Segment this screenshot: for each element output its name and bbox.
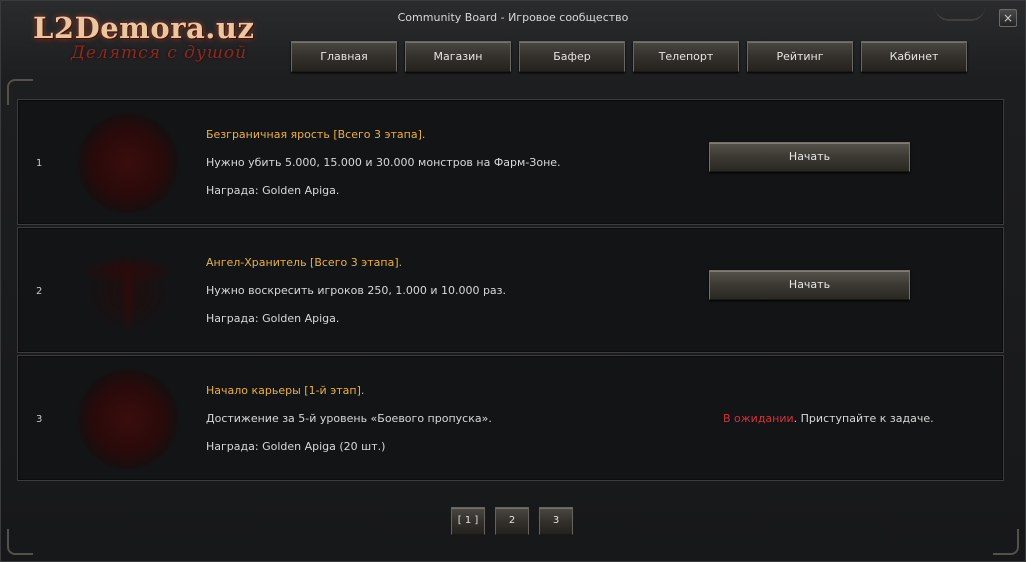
page-3-button[interactable]: 3 xyxy=(539,507,573,535)
achievement-reward: Награда: Golden Apiga. xyxy=(206,184,340,197)
achievement-row: 1 Безграничная ярость [Всего 3 этапа]. Н… xyxy=(17,99,1004,225)
corner-ornament xyxy=(993,529,1019,555)
heart-emblem-icon xyxy=(76,368,180,470)
achievement-reward: Награда: Golden Apiga (20 шт.) xyxy=(206,440,386,453)
achievement-row: 3 Начало карьеры [1-й этап]. Достижение … xyxy=(17,355,1004,481)
nav-home-button[interactable]: Главная xyxy=(291,41,397,72)
page-2-button[interactable]: 2 xyxy=(495,507,529,535)
achievement-reward: Награда: Golden Apiga. xyxy=(206,312,340,325)
row-number: 3 xyxy=(36,414,43,425)
nav-shop-button[interactable]: Магазин xyxy=(405,41,511,72)
dark-rose-icon xyxy=(76,112,180,214)
achievement-row: 2 Ангел-Хранитель [Всего 3 этапа]. Нужно… xyxy=(17,227,1004,353)
community-board-window: Community Board - Игровое сообщество × L… xyxy=(0,0,1026,562)
page-1-button[interactable]: [ 1 ] xyxy=(451,507,485,535)
logo-text: L2Demora.uz xyxy=(33,11,255,45)
nav-rating-button[interactable]: Рейтинг xyxy=(747,41,853,72)
start-button[interactable]: Начать xyxy=(709,142,910,172)
achievement-title: Начало карьеры [1-й этап]. xyxy=(206,384,365,397)
status-hint: . Приступайте к задаче. xyxy=(793,412,934,425)
server-logo: L2Demora.uz Делятся с душой xyxy=(33,11,263,67)
achievement-title: Ангел-Хранитель [Всего 3 этапа]. xyxy=(206,256,403,269)
corner-ornament xyxy=(7,529,33,555)
row-number: 1 xyxy=(36,158,43,169)
status-pending-label: В ожидании xyxy=(723,412,794,425)
row-number: 2 xyxy=(36,286,43,297)
close-button[interactable]: × xyxy=(999,9,1017,27)
logo-tagline: Делятся с душой xyxy=(71,43,248,63)
nav-buffer-button[interactable]: Бафер xyxy=(519,41,625,72)
caduceus-icon xyxy=(76,240,180,342)
achievement-description: Достижение за 5-й уровень «Боевого пропу… xyxy=(206,412,492,425)
start-button[interactable]: Начать xyxy=(709,270,910,300)
achievement-description: Нужно воскресить игроков 250, 1.000 и 10… xyxy=(206,284,507,297)
achievement-description: Нужно убить 5.000, 15.000 и 30.000 монст… xyxy=(206,156,561,169)
nav-teleport-button[interactable]: Телепорт xyxy=(633,41,739,72)
nav-cabinet-button[interactable]: Кабинет xyxy=(861,41,967,72)
achievement-status: В ожидании. Приступайте к задаче. xyxy=(723,412,934,425)
achievement-title: Безграничная ярость [Всего 3 этапа]. xyxy=(206,128,426,141)
